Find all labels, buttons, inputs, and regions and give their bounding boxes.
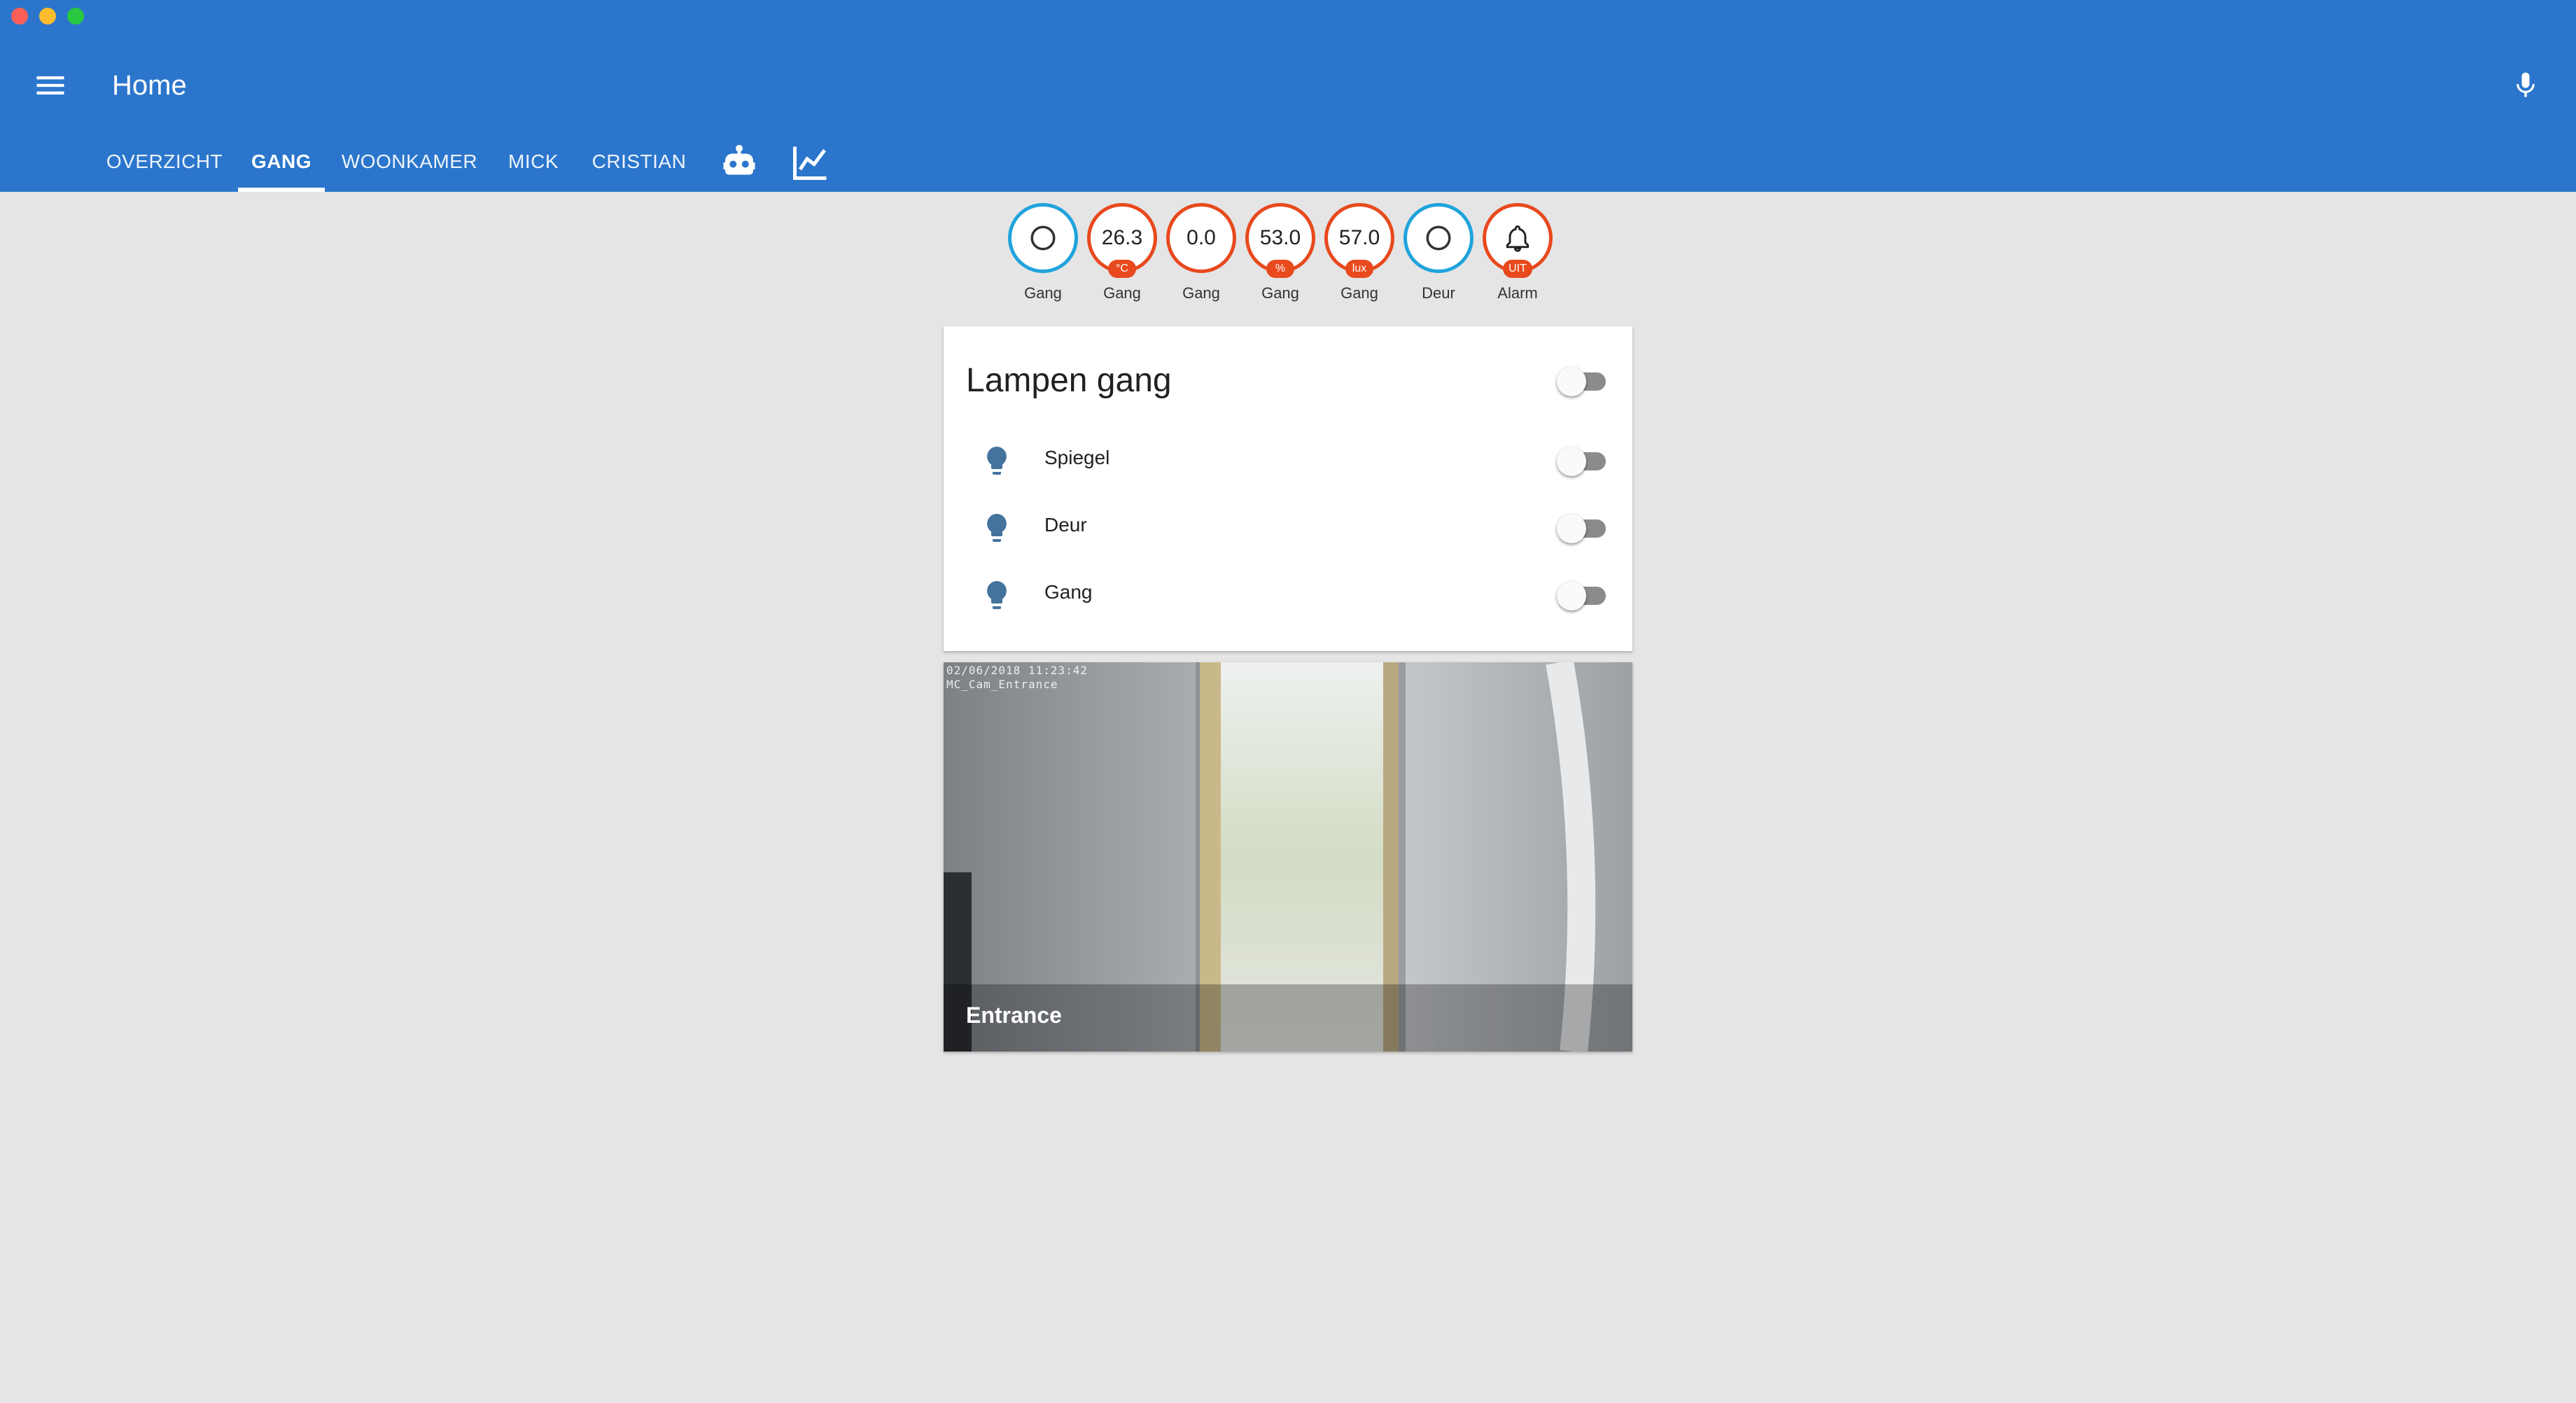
entity-toggle-gang[interactable] <box>1557 580 1607 610</box>
circle-outline-icon <box>1426 225 1451 251</box>
badge-label: Alarm <box>1497 284 1538 302</box>
maximize-window-button[interactable] <box>67 8 84 25</box>
camera-entrance-card[interactable]: 02/06/2018 11:23:42 MC_Cam_Entrance Entr… <box>944 662 1632 1052</box>
camera-id-label: MC_Cam_Entrance <box>946 678 1058 691</box>
badge-label: Gang <box>1340 284 1378 302</box>
app-header: Home OVERZICHT GANG WOONKAMER MICK CRIST… <box>0 34 2576 192</box>
entity-row-gang[interactable]: Gang <box>944 567 1632 623</box>
robot-icon[interactable] <box>718 141 760 183</box>
badge-unit: lux <box>1345 260 1373 278</box>
badge-unit: % <box>1266 260 1294 278</box>
badge-value: 26.3 <box>1101 226 1143 249</box>
lightbulb-icon <box>987 581 1007 609</box>
badge-gang-motion[interactable]: Gang <box>1008 203 1078 302</box>
badge-circle <box>1404 203 1474 273</box>
minimize-window-button[interactable] <box>39 8 56 25</box>
entity-name: Gang <box>1044 581 1093 603</box>
badge-circle: 53.0 % <box>1245 203 1315 278</box>
window-titlebar <box>0 0 2576 34</box>
close-window-button[interactable] <box>11 8 28 25</box>
tab-gang[interactable]: GANG <box>238 132 325 192</box>
tab-overzicht[interactable]: OVERZICHT <box>105 132 224 192</box>
badge-deur[interactable]: Deur <box>1404 203 1474 302</box>
tab-cristian[interactable]: CRISTIAN <box>585 132 693 192</box>
lightbulb-icon <box>987 514 1007 542</box>
lampen-gang-card: Lampen gang Spiegel Deur Gang <box>944 326 1632 651</box>
badge-circle: 0.0 <box>1166 203 1236 273</box>
circle-outline-icon <box>1030 225 1056 251</box>
chart-line-icon[interactable] <box>790 141 832 183</box>
tab-mick[interactable]: MICK <box>498 132 568 192</box>
active-tab-indicator <box>238 188 325 192</box>
microphone-icon[interactable] <box>2510 64 2541 106</box>
badge-unit: UIT <box>1503 260 1532 278</box>
badge-circle: UIT <box>1483 203 1553 278</box>
badge-value: 53.0 <box>1259 226 1301 249</box>
badge-unit: °C <box>1108 260 1136 278</box>
badge-label: Deur <box>1422 284 1455 302</box>
entity-toggle-spiegel[interactable] <box>1557 445 1607 476</box>
badge-circle <box>1008 203 1078 273</box>
badge-gang-humidity[interactable]: 53.0 % Gang <box>1245 203 1315 302</box>
view-tabs: OVERZICHT GANG WOONKAMER MICK CRISTIAN <box>0 132 2576 192</box>
badge-gang-sensor[interactable]: 0.0 Gang <box>1166 203 1236 302</box>
badge-label: Gang <box>1261 284 1299 302</box>
toggle-knob <box>1557 367 1586 396</box>
badge-value: 57.0 <box>1338 226 1380 249</box>
entity-name: Spiegel <box>1044 447 1110 468</box>
badge-value: 0.0 <box>1186 226 1216 249</box>
badge-gang-illuminance[interactable]: 57.0 lux Gang <box>1324 203 1394 302</box>
bell-icon <box>1506 225 1530 252</box>
menu-icon[interactable] <box>32 67 69 104</box>
page-title: Home <box>112 70 187 101</box>
camera-caption: Entrance <box>966 1003 1062 1028</box>
badge-label: Gang <box>1182 284 1220 302</box>
group-toggle[interactable] <box>1557 365 1607 396</box>
entity-name: Deur <box>1044 514 1087 536</box>
entity-row-spiegel[interactable]: Spiegel <box>944 433 1632 489</box>
camera-timestamp: 02/06/2018 11:23:42 <box>946 664 1088 677</box>
tab-woonkamer[interactable]: WOONKAMER <box>339 132 480 192</box>
lightbulb-icon <box>987 447 1007 475</box>
badge-alarm[interactable]: UIT Alarm <box>1483 203 1553 302</box>
entity-row-deur[interactable]: Deur <box>944 500 1632 556</box>
camera-caption-bar: Entrance <box>944 984 1632 1052</box>
toggle-knob <box>1557 514 1586 543</box>
entity-toggle-deur[interactable] <box>1557 512 1607 543</box>
toggle-knob <box>1557 581 1586 610</box>
badge-gang-temperature[interactable]: 26.3 °C Gang <box>1087 203 1157 302</box>
badge-label: Gang <box>1024 284 1062 302</box>
badge-label: Gang <box>1103 284 1141 302</box>
badge-row: Gang 26.3 °C Gang 0.0 Gang 53.0 % Gang 5… <box>1008 203 1568 308</box>
badge-circle: 57.0 lux <box>1324 203 1394 278</box>
toggle-knob <box>1557 447 1586 476</box>
card-title: Lampen gang <box>966 362 1172 399</box>
badge-circle: 26.3 °C <box>1087 203 1157 278</box>
